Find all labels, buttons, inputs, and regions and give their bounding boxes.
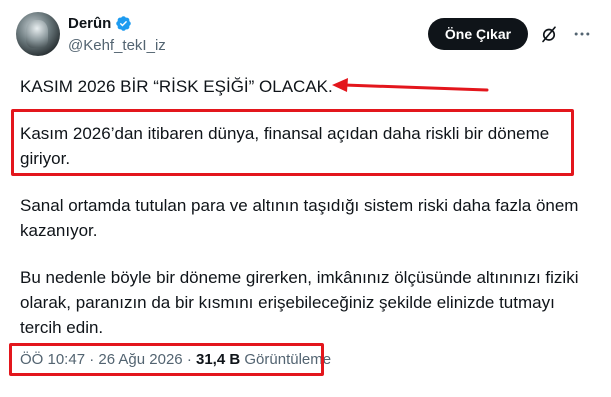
verified-badge-icon xyxy=(116,16,132,31)
avatar[interactable] xyxy=(16,12,60,56)
tweet-headline: KASIM 2026 BİR “RİSK EŞİĞİ” OLACAK. xyxy=(20,77,333,96)
grok-icon[interactable] xyxy=(540,24,558,44)
author-name-row: Derûn xyxy=(68,15,132,32)
tweet-paragraph: Bu nedenle böyle bir döneme girerken, im… xyxy=(20,268,579,337)
highlight-box xyxy=(11,109,574,176)
promote-button[interactable]: Öne Çıkar xyxy=(428,18,528,50)
avatar-image xyxy=(26,20,48,48)
highlight-box xyxy=(9,343,324,376)
author-handle[interactable]: @Kehf_tekI_iz xyxy=(68,37,166,54)
display-name[interactable]: Derûn xyxy=(68,15,111,32)
more-icon[interactable] xyxy=(572,24,592,44)
tweet-paragraph: Sanal ortamda tutulan para ve altının ta… xyxy=(20,196,579,240)
annotation-arrow xyxy=(332,78,489,92)
